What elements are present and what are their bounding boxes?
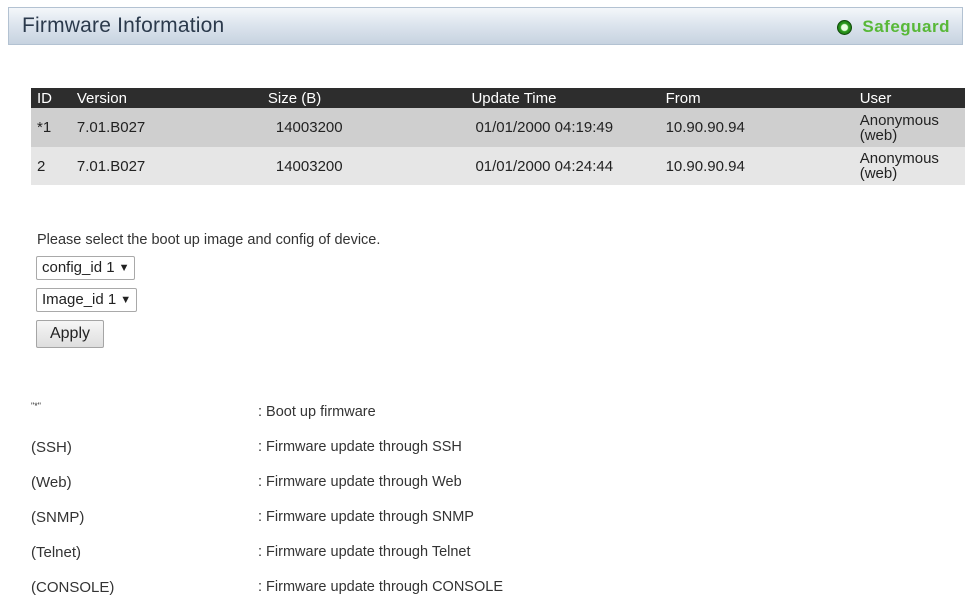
cell-size: 14003200 xyxy=(261,108,466,147)
cell-size: 14003200 xyxy=(261,147,466,185)
cell-user: Anonymous (web) xyxy=(853,108,965,147)
cell-update-time: 01/01/2000 04:19:49 xyxy=(465,108,660,147)
legend-desc: : Firmware update through Telnet xyxy=(258,544,471,560)
table-header-row: ID Version Size (B) Update Time From Use… xyxy=(31,88,965,108)
dropdown-arrow-icon: ▼ xyxy=(118,262,130,274)
config-select[interactable]: config_id 1 ▼ xyxy=(36,256,136,280)
legend-desc: : Firmware update through Web xyxy=(258,474,462,490)
legend-key: (Web) xyxy=(31,474,72,491)
boot-instruction: Please select the boot up image and conf… xyxy=(37,232,381,248)
safeguard-indicator[interactable]: Safeguard xyxy=(837,17,950,37)
column-header-size: Size (B) xyxy=(261,88,466,108)
legend-desc: : Firmware update through CONSOLE xyxy=(258,579,503,595)
column-header-from: From xyxy=(659,88,854,108)
dropdown-arrow-icon: ▼ xyxy=(120,294,132,306)
config-select-value: config_id 1 xyxy=(42,259,115,276)
column-header-id: ID xyxy=(31,88,71,108)
header-bar: Firmware Information Safeguard xyxy=(8,7,963,45)
column-header-user: User xyxy=(853,88,965,108)
page-title: Firmware Information xyxy=(22,14,225,37)
firmware-table: ID Version Size (B) Update Time From Use… xyxy=(31,88,965,185)
image-select[interactable]: Image_id 1 ▼ xyxy=(36,288,138,312)
cell-version: 7.01.B027 xyxy=(70,147,262,185)
legend-key: (CONSOLE) xyxy=(31,579,115,596)
cell-from: 10.90.90.94 xyxy=(659,147,854,185)
legend-key: (SNMP) xyxy=(31,509,85,526)
legend-key: "*" xyxy=(31,401,41,411)
legend-desc: : Firmware update through SNMP xyxy=(258,509,474,525)
cell-id: *1 xyxy=(31,108,71,147)
legend-key: (SSH) xyxy=(31,439,72,456)
image-select-value: Image_id 1 xyxy=(42,291,117,308)
table-row: *1 7.01.B027 14003200 01/01/2000 04:19:4… xyxy=(31,108,965,147)
safeguard-label: Safeguard xyxy=(862,17,950,36)
safeguard-status-icon xyxy=(837,19,853,35)
cell-from: 10.90.90.94 xyxy=(659,108,854,147)
legend-desc: : Boot up firmware xyxy=(258,404,376,420)
column-header-version: Version xyxy=(70,88,262,108)
table-row: 2 7.01.B027 14003200 01/01/2000 04:24:44… xyxy=(31,147,965,185)
legend-desc: : Firmware update through SSH xyxy=(258,439,462,455)
apply-button[interactable]: Apply xyxy=(36,320,104,348)
cell-update-time: 01/01/2000 04:24:44 xyxy=(465,147,660,185)
cell-id: 2 xyxy=(31,147,71,185)
column-header-update-time: Update Time xyxy=(465,88,660,108)
cell-user: Anonymous (web) xyxy=(853,147,965,185)
legend-key: (Telnet) xyxy=(31,544,82,561)
cell-version: 7.01.B027 xyxy=(70,108,262,147)
